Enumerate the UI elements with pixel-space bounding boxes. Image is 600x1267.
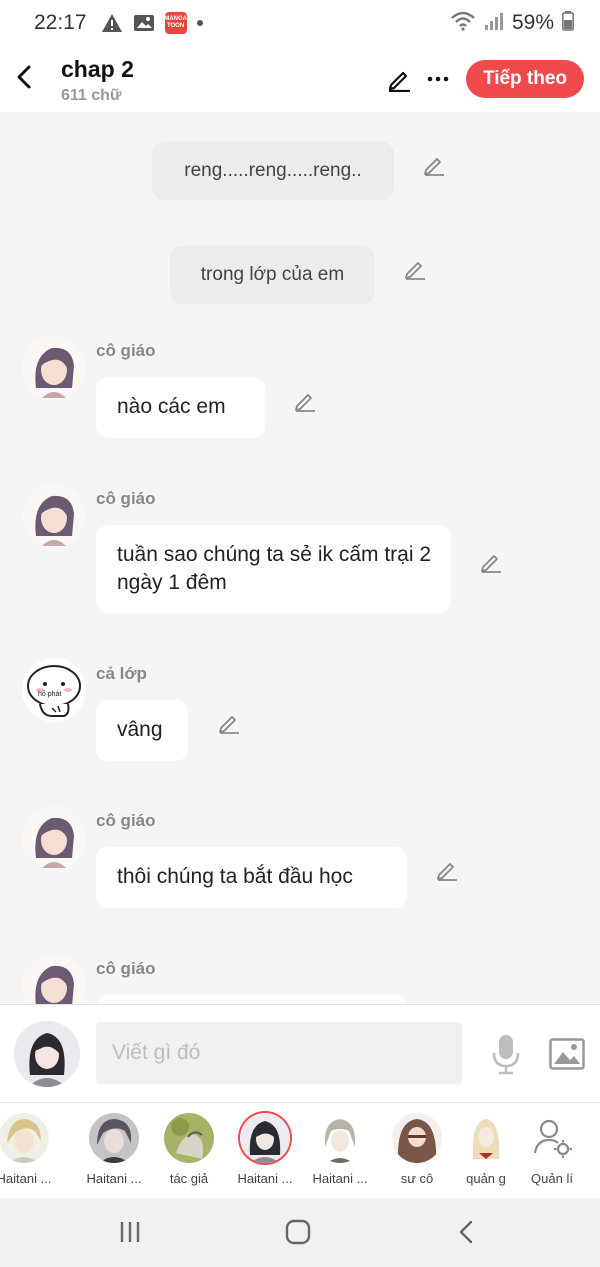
character-avatar [89,1113,139,1163]
mangatoon-icon: MANGA TOON [164,12,188,34]
more-dots-icon [427,76,449,82]
message-bubble[interactable]: nào các em [96,377,265,438]
message-text: tuần sao chúng ta sẻ ik cấm trại 2 ngày … [117,543,432,594]
narration-text: trong lớp của em [200,264,345,285]
home-button[interactable] [278,1214,318,1250]
signal-icon [484,11,504,36]
manage-characters-button[interactable]: Quản lí [514,1111,590,1195]
chat-area[interactable]: reng.....reng.....reng.. trong lớp của e… [0,112,600,1004]
character-item[interactable]: Haitani ... [76,1111,152,1195]
dot-icon [196,20,203,26]
message-text: vâng [117,718,163,741]
composer-bar [0,1004,600,1102]
character-name: Quản lí [531,1171,573,1186]
character-item[interactable]: tác giả [151,1111,227,1195]
back-button[interactable] [10,60,38,94]
battery-percent: 59% [511,11,554,34]
teacher-avatar[interactable] [22,484,86,548]
character-selector: Haitani ... Haitani ... tác giả Haitani … [0,1102,600,1198]
character-name: sư cô [400,1171,434,1186]
status-time: 22:17 [34,11,87,34]
sender-name: cô giáo [96,811,156,830]
pencil-icon [388,71,410,92]
pencil-icon [405,262,425,280]
mangatoon-icon-text: MANGA TOON [164,16,188,29]
character-item[interactable]: quản g [448,1111,524,1195]
more-options-button[interactable] [424,64,452,94]
narration-text: reng.....reng.....reng.. [184,160,362,181]
pencil-icon [424,158,444,176]
app-bar: chap 2 611 chữ Tiếp theo [0,46,600,112]
sender-name: cả lớp [96,664,147,683]
character-name: Haitani ... [86,1171,142,1186]
voice-input-button[interactable] [487,1031,525,1077]
edit-message-button[interactable] [216,709,242,735]
next-button[interactable]: Tiếp theo [466,60,584,98]
narration-bubble[interactable]: reng.....reng.....reng.. [152,142,394,200]
back-arrow-icon [17,65,31,89]
microphone-icon [492,1035,520,1075]
character-name: tác giả [169,1171,209,1186]
chevron-left-icon [459,1220,473,1244]
character-avatar [0,1113,49,1163]
character-name: Haitani ... [312,1171,368,1186]
pencil-icon [219,716,239,734]
message-bubble[interactable]: tuần sao chúng ta sẻ ik cấm trại 2 ngày … [96,525,451,613]
character-item[interactable]: Haitani ... [302,1111,378,1195]
recent-apps-button[interactable] [110,1214,150,1250]
edit-message-button[interactable] [292,387,318,413]
message-bubble[interactable]: thôi chúng ta bắt đầu học [96,847,407,908]
character-item-selected[interactable]: Haitani ... [227,1111,303,1195]
image-icon [549,1038,585,1070]
message-bubble[interactable] [96,995,407,1004]
system-nav-bar [0,1198,600,1267]
sender-name: cô giáo [96,959,156,978]
edit-message-button[interactable] [421,151,447,177]
message-text: thôi chúng ta bắt đầu học [117,865,353,888]
manage-characters-icon [527,1113,577,1163]
wifi-icon [450,11,476,36]
gallery-icon [133,13,155,33]
sender-name: cô giáo [96,341,156,360]
teacher-avatar[interactable] [22,336,86,400]
message-text: nào các em [117,395,226,418]
narration-bubble[interactable]: trong lớp của em [170,246,375,304]
character-avatar [315,1113,365,1163]
message-input[interactable] [96,1022,462,1084]
edit-message-button[interactable] [402,255,428,281]
character-avatar [240,1113,290,1163]
current-character-avatar[interactable] [14,1021,80,1087]
class-avatar-text: hổ phát [38,691,62,698]
character-name: quản g [466,1171,506,1186]
character-avatar [461,1113,511,1163]
pencil-icon [481,555,501,573]
pencil-icon [295,394,315,412]
chapter-title: chap 2 [61,56,134,82]
recent-apps-icon [120,1222,140,1242]
character-avatar [392,1113,442,1163]
edit-message-button[interactable] [434,856,460,882]
character-avatar [164,1113,214,1163]
warning-icon [101,13,123,33]
edit-chapter-button[interactable] [384,64,414,94]
message-bubble[interactable]: vâng [96,700,188,761]
status-right: 59% [450,10,574,36]
character-item[interactable]: Haitani ... [0,1111,62,1195]
teacher-avatar[interactable] [22,806,86,870]
character-name: Haitani ... [237,1171,293,1186]
class-avatar[interactable]: hổ phát [22,658,86,722]
status-bar: 22:17 MANGA TOON 59% [0,0,600,46]
teacher-avatar[interactable] [22,954,86,1004]
word-count: 611 chữ [61,87,122,104]
character-item[interactable]: sư cô [379,1111,455,1195]
home-icon [285,1219,311,1245]
character-name: Haitani ... [0,1171,52,1186]
insert-image-button[interactable] [548,1035,586,1073]
battery-icon [562,10,574,36]
sender-name: cô giáo [96,489,156,508]
pencil-icon [437,863,457,881]
edit-message-button[interactable] [478,548,504,574]
system-back-button[interactable] [446,1214,486,1250]
